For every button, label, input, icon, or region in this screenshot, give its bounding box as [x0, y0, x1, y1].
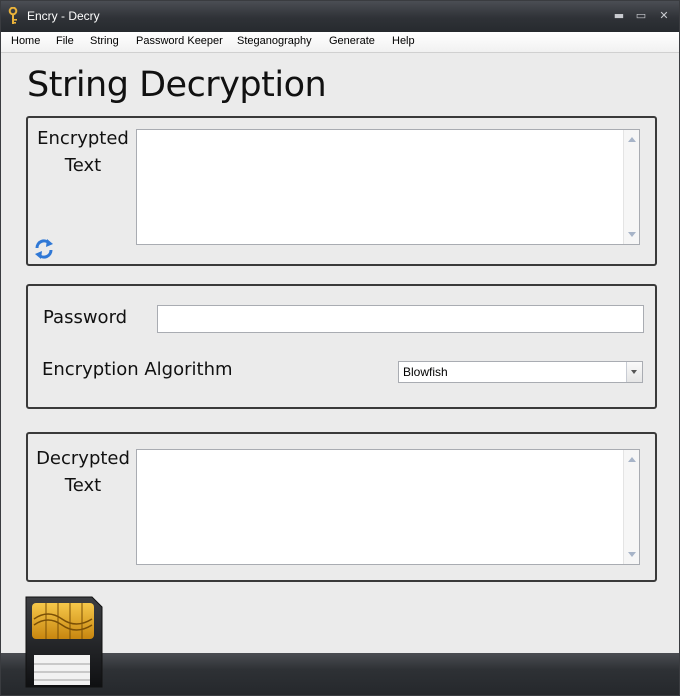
scroll-down-icon[interactable]	[628, 552, 636, 557]
menu-file[interactable]: File	[56, 35, 74, 47]
menu-password-keeper[interactable]: Password Keeper	[136, 35, 223, 47]
page-title: String Decryption	[27, 65, 327, 105]
password-field[interactable]	[157, 305, 644, 333]
scroll-down-icon[interactable]	[628, 232, 636, 237]
encrypted-text-group: Encrypted Text	[26, 116, 657, 266]
key-icon	[8, 7, 18, 24]
window-title: Encry - Decry	[27, 9, 100, 23]
encrypted-label-line1: Encrypted	[37, 128, 129, 149]
memory-card-icon	[25, 596, 103, 688]
menu-bar: Home File String Password Keeper Stegano…	[1, 32, 679, 53]
algorithm-label: Encryption Algorithm	[42, 359, 233, 380]
title-bar[interactable]: Encry - Decry ▬ ▭ ✕	[1, 1, 679, 32]
decrypted-text-label: Decrypted Text	[35, 445, 131, 499]
decrypted-text-area[interactable]	[136, 449, 640, 565]
encrypted-text-label: Encrypted Text	[35, 125, 131, 179]
algorithm-select[interactable]: Blowfish	[398, 361, 643, 383]
decrypted-label-line2: Text	[64, 475, 102, 496]
menu-generate[interactable]: Generate	[329, 35, 375, 47]
decrypted-label-line1: Decrypted	[36, 448, 130, 469]
menu-steganography[interactable]: Steganography	[237, 35, 312, 47]
decrypted-scrollbar[interactable]	[623, 450, 639, 564]
close-button[interactable]: ✕	[656, 8, 672, 24]
encrypted-scrollbar[interactable]	[623, 130, 639, 244]
encrypted-text-area[interactable]	[136, 129, 640, 245]
maximize-button[interactable]: ▭	[633, 8, 649, 24]
chevron-down-icon[interactable]	[626, 362, 642, 382]
menu-help[interactable]: Help	[392, 35, 415, 47]
app-window: Encry - Decry ▬ ▭ ✕ Home File String Pas…	[0, 0, 680, 696]
menu-home[interactable]: Home	[11, 35, 40, 47]
algorithm-selected-value: Blowfish	[403, 365, 448, 379]
scroll-up-icon[interactable]	[628, 137, 636, 142]
menu-string[interactable]: String	[90, 35, 119, 47]
settings-group: Password Encryption Algorithm Blowfish	[26, 284, 657, 409]
password-label: Password	[43, 307, 128, 328]
decrypted-text-group: Decrypted Text	[26, 432, 657, 582]
scroll-up-icon[interactable]	[628, 457, 636, 462]
refresh-icon[interactable]	[34, 238, 54, 260]
minimize-button[interactable]: ▬	[611, 8, 627, 24]
encrypted-label-line2: Text	[64, 155, 102, 176]
